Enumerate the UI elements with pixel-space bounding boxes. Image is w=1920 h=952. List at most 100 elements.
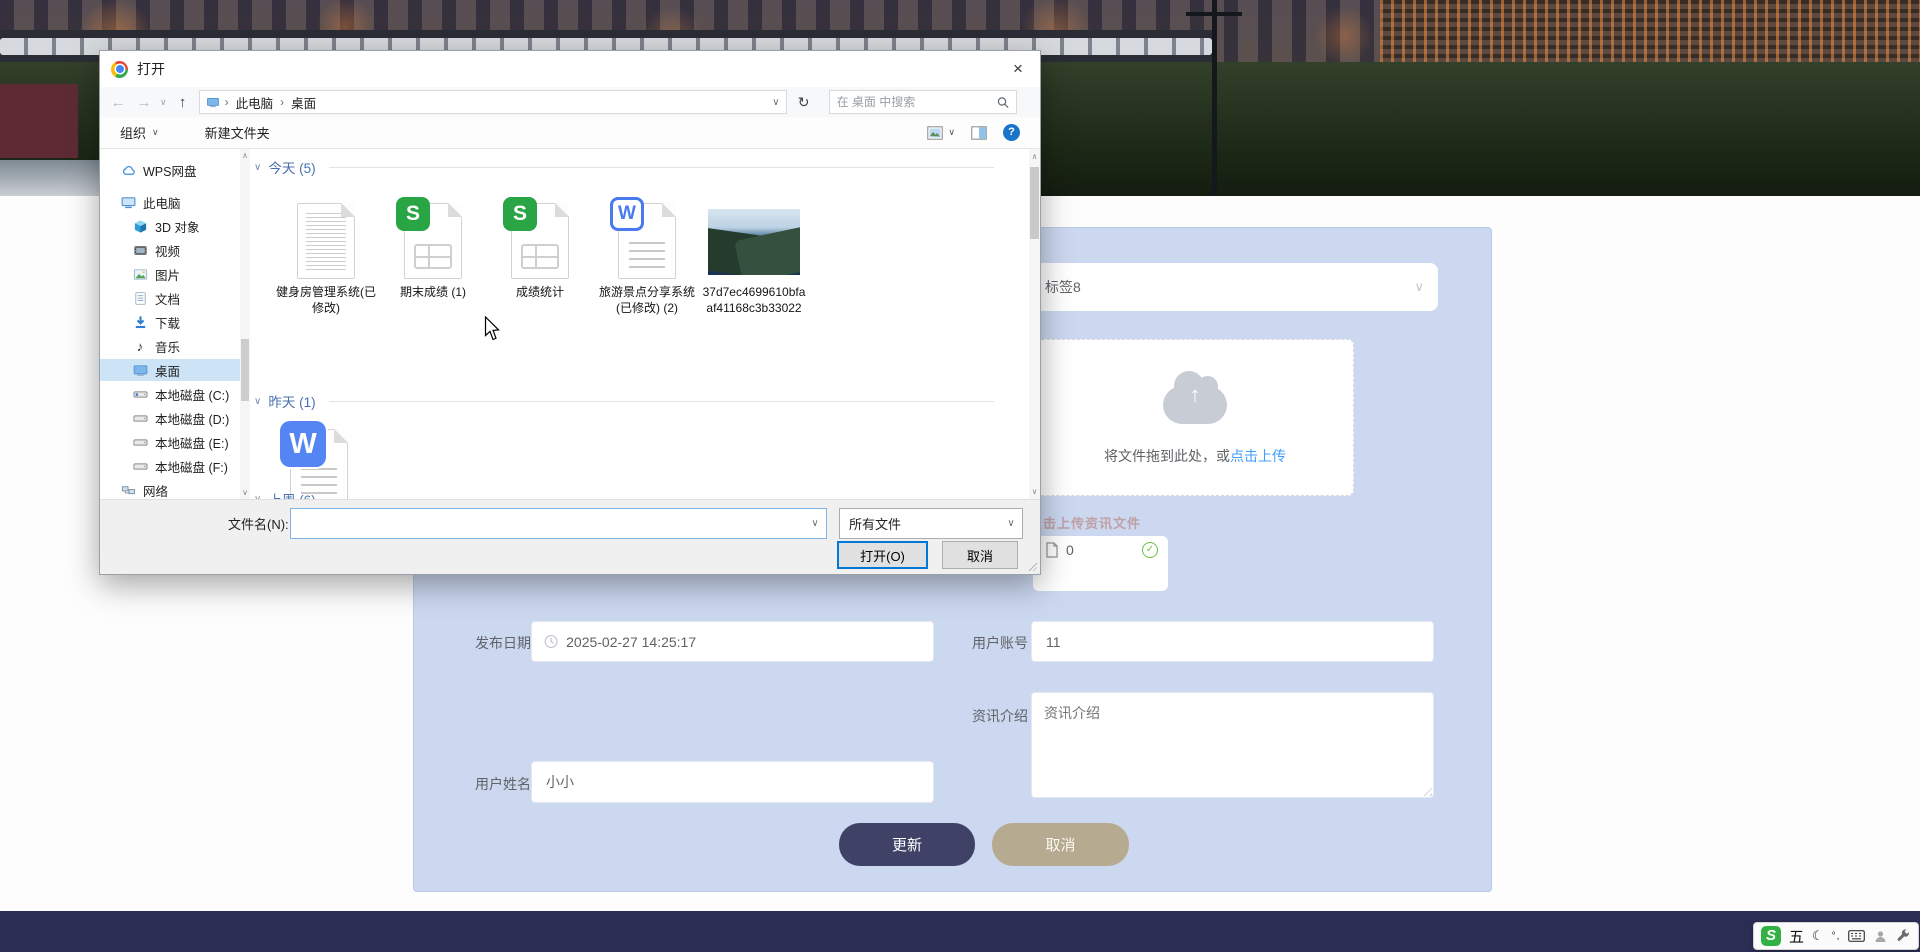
ime-toolbar[interactable]: S 五 ☾ °,: [1753, 922, 1919, 950]
history-chevron-icon[interactable]: ∨: [160, 97, 167, 108]
disk-icon: [132, 411, 148, 426]
sidebar-item-disk-f[interactable]: 本地磁盘 (F:): [100, 455, 240, 477]
update-button[interactable]: 更新: [839, 823, 975, 866]
up-icon[interactable]: ↑: [173, 94, 193, 111]
filename-input[interactable]: [291, 509, 804, 538]
file-tile-gym-system[interactable]: 健身房管理系统(已修改): [274, 193, 378, 316]
sidebar-item-network[interactable]: 网络: [100, 479, 240, 499]
dialog-sidebar: WPS网盘 此电脑 3D 对象 视频 图片: [100, 149, 250, 499]
publish-date-input[interactable]: [566, 634, 921, 650]
help-icon[interactable]: ?: [1003, 124, 1020, 141]
forward-icon[interactable]: →: [134, 94, 154, 111]
new-folder-button[interactable]: 新建文件夹: [205, 123, 270, 142]
file-list-scrollbar[interactable]: ∧ ∨: [1029, 149, 1040, 499]
group-header-today[interactable]: ∨ 今天 (5): [254, 157, 994, 177]
close-icon[interactable]: ×: [996, 51, 1040, 87]
keyboard-icon[interactable]: [1848, 930, 1865, 942]
file-tile-grade-stats[interactable]: S 成绩统计: [488, 193, 592, 300]
sidebar-item-videos[interactable]: 视频: [100, 239, 240, 261]
filename-combobox[interactable]: ∨: [290, 508, 827, 539]
upload-dropzone[interactable]: ↑ 将文件拖到此处，或点击上传: [1036, 339, 1354, 496]
sidebar-item-label: 图片: [155, 265, 180, 284]
music-icon: ♪: [132, 339, 148, 354]
dialog-cancel-button[interactable]: 取消: [942, 541, 1018, 569]
sidebar-item-label: 下载: [155, 313, 180, 332]
cloud-icon: [120, 163, 136, 178]
group-label: 昨天 (1): [268, 391, 315, 411]
breadcrumb-desktop[interactable]: 桌面: [289, 93, 318, 112]
tag-select-value: 标签8: [1045, 277, 1081, 297]
file-tile-final-grades[interactable]: S 期末成绩 (1): [381, 193, 485, 300]
crumb-separator-icon: ›: [280, 95, 284, 109]
sidebar-item-pictures[interactable]: 图片: [100, 263, 240, 285]
search-box[interactable]: [829, 90, 1017, 114]
sidebar-item-label: 3D 对象: [155, 217, 199, 236]
sidebar-scroll-thumb[interactable]: [241, 339, 249, 401]
username-input[interactable]: [531, 761, 934, 803]
sidebar-item-label: 本地磁盘 (C:): [155, 385, 229, 404]
sidebar-item-label: 本地磁盘 (D:): [155, 409, 229, 428]
sidebar-item-disk-d[interactable]: 本地磁盘 (D:): [100, 407, 240, 429]
file-tile-new-docx[interactable]: W 新建 DOCX 文档: [267, 419, 371, 499]
sidebar-item-desktop[interactable]: 桌面: [100, 359, 240, 381]
file-tile-image[interactable]: 37d7ec4699610bfaaf41168c3b33022: [702, 193, 806, 316]
lamp-post-arm: [1186, 12, 1242, 16]
form-cancel-button[interactable]: 取消: [992, 823, 1129, 866]
account-input[interactable]: [1031, 621, 1434, 662]
pictures-icon: [132, 267, 148, 282]
sidebar-item-disk-e[interactable]: 本地磁盘 (E:): [100, 431, 240, 453]
disk-icon: [132, 435, 148, 450]
publish-date-field[interactable]: [531, 621, 934, 662]
uploaded-file-item[interactable]: 0 ✓: [1033, 536, 1168, 591]
scroll-down-icon[interactable]: ∨: [1029, 487, 1040, 496]
address-chevron-icon[interactable]: ∨: [772, 97, 779, 108]
sidebar-item-this-pc[interactable]: 此电脑: [100, 191, 240, 213]
scroll-up-icon[interactable]: ∧: [240, 151, 250, 160]
sidebar-item-label: WPS网盘: [143, 161, 196, 180]
filetype-select[interactable]: 所有文件 ∨: [839, 508, 1023, 539]
sidebar-item-3d-objects[interactable]: 3D 对象: [100, 215, 240, 237]
ime-mode-wubi[interactable]: 五: [1789, 926, 1804, 947]
group-header-yesterday[interactable]: ∨ 昨天 (1): [254, 391, 994, 411]
group-header-last-week[interactable]: ∨ 上周 (6): [254, 489, 994, 499]
sidebar-item-documents[interactable]: 文档: [100, 287, 240, 309]
wrench-icon[interactable]: [1896, 929, 1910, 943]
file-tile-travel-system[interactable]: W 旅游景点分享系统(已修改) (2): [595, 193, 699, 316]
group-divider: [329, 167, 994, 168]
sidebar-item-wps-cloud[interactable]: WPS网盘: [100, 159, 240, 181]
preview-pane-icon[interactable]: [971, 126, 987, 140]
refresh-icon[interactable]: ↻: [793, 94, 815, 111]
open-button[interactable]: 打开(O): [837, 541, 928, 569]
red-building: [0, 84, 78, 158]
list-scroll-thumb[interactable]: [1030, 167, 1039, 239]
sogou-logo-icon[interactable]: S: [1761, 926, 1781, 946]
organize-button[interactable]: 组织: [120, 123, 146, 142]
scroll-down-icon[interactable]: ∨: [240, 488, 250, 497]
drag-text: 将文件拖到此处，或: [1104, 448, 1230, 464]
open-file-dialog: 打开 × ← → ∨ ↑ › 此电脑 › 桌面 ∨ ↻: [99, 50, 1041, 575]
moon-icon[interactable]: ☾: [1812, 928, 1824, 944]
scroll-up-icon[interactable]: ∧: [1029, 152, 1040, 161]
sidebar-item-music[interactable]: ♪ 音乐: [100, 335, 240, 357]
group-chevron-icon: ∨: [254, 396, 261, 407]
sidebar-item-downloads[interactable]: 下载: [100, 311, 240, 333]
tag-select[interactable]: 标签8 ∨: [1031, 263, 1438, 311]
search-input[interactable]: [837, 95, 997, 109]
system-disk-icon: [132, 387, 148, 402]
breadcrumb-this-pc[interactable]: 此电脑: [234, 93, 276, 112]
dialog-titlebar: 打开 ×: [100, 51, 1040, 87]
intro-label: 资讯介绍: [938, 706, 1028, 726]
sidebar-item-disk-c[interactable]: 本地磁盘 (C:): [100, 383, 240, 405]
resize-grip[interactable]: [1027, 561, 1037, 571]
view-mode-button[interactable]: ∨: [927, 126, 955, 140]
user-icon[interactable]: [1873, 929, 1888, 944]
sidebar-scrollbar[interactable]: ∧ ∨: [240, 149, 250, 499]
address-bar[interactable]: › 此电脑 › 桌面 ∨: [199, 90, 787, 114]
punctuation-mode-icon[interactable]: °,: [1832, 931, 1841, 942]
intro-textarea[interactable]: [1031, 692, 1434, 798]
click-upload-link[interactable]: 点击上传: [1230, 448, 1286, 464]
wps-doc-file-icon: W: [618, 203, 676, 279]
sidebar-item-label: 文档: [155, 289, 180, 308]
back-icon[interactable]: ←: [108, 94, 128, 111]
chevron-down-icon[interactable]: ∨: [804, 518, 826, 529]
